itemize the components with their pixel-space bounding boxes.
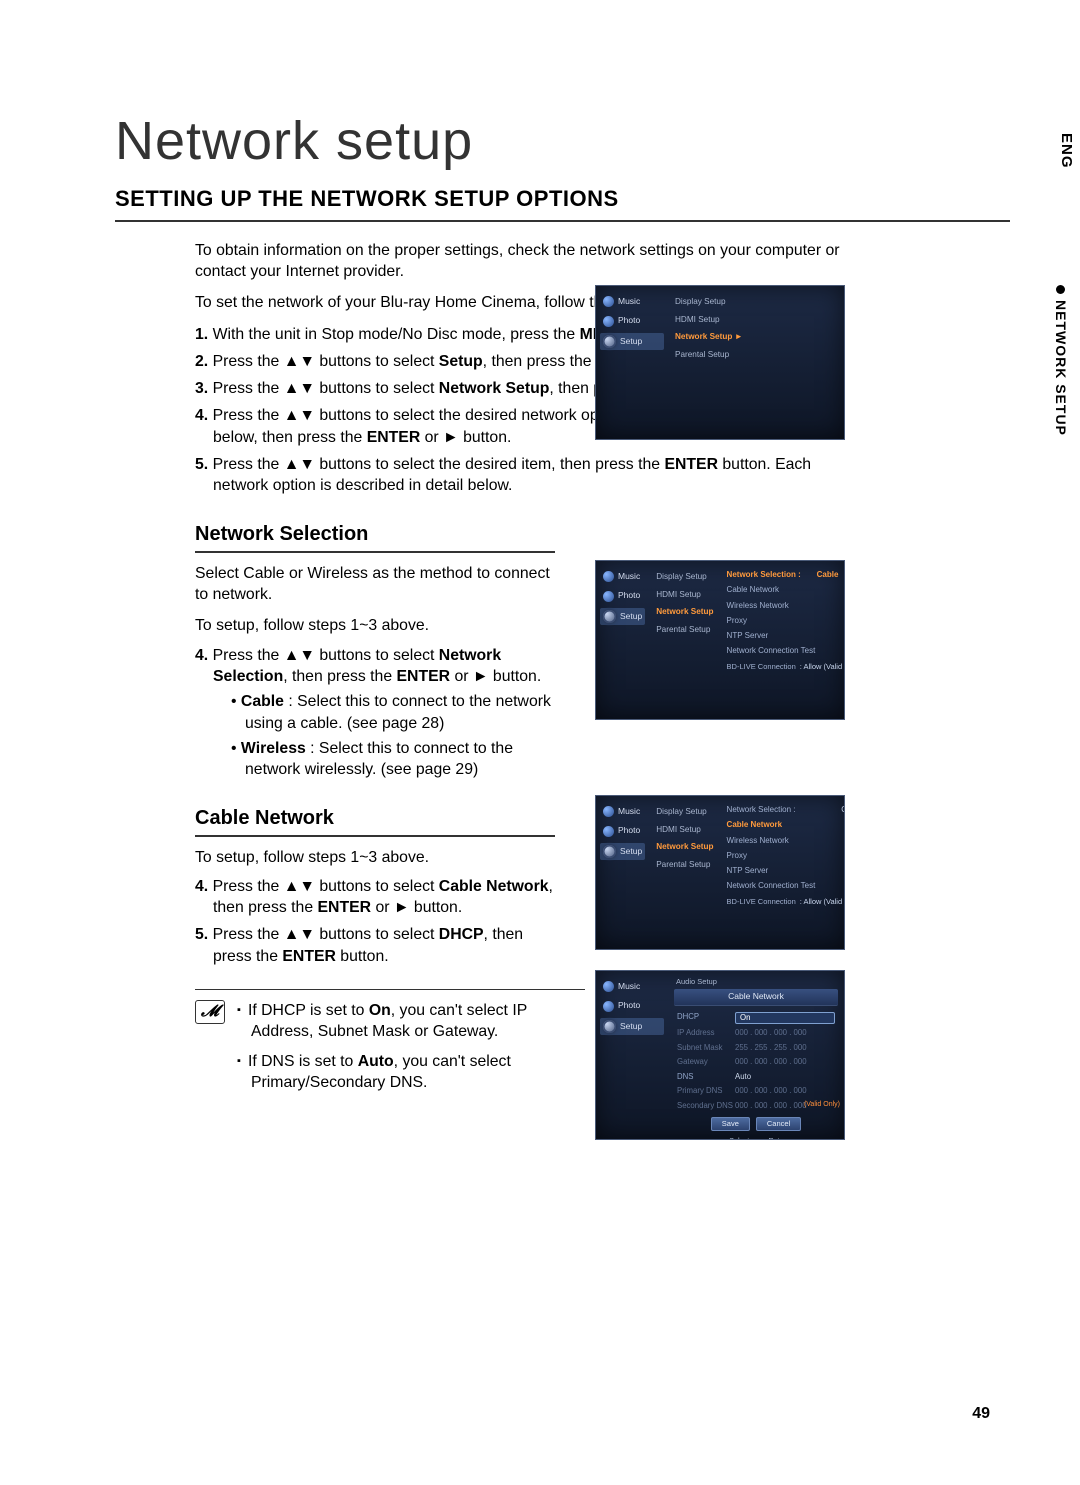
ns-option-wireless: Wireless : Select this to connect to the… [231,738,555,781]
note-icon: 𝓜 [195,1000,225,1024]
nav-music: Music [600,569,645,584]
opt-connection-test: Network Connection Test [725,880,845,893]
screenshot-setup-menu: Music Photo Setup Display Setup HDMI Set… [595,285,845,440]
nav-photo: Photo [600,998,664,1013]
section-title: SETTING UP THE NETWORK SETUP OPTIONS [115,184,1010,222]
legend-return: Return [761,1136,790,1140]
photo-icon [603,316,614,327]
row-dhcp: DHCPOn [674,1011,838,1026]
manual-page: ENG NETWORK SETUP Network setup SETTING … [0,0,1080,1485]
row-primary-dns: Primary DNS000 . 000 . 000 . 000 [674,1085,838,1098]
menu-network-setup: Network Setup [653,604,716,619]
gear-icon [603,610,616,623]
gear-icon [603,335,616,348]
side-section-label: NETWORK SETUP [1051,285,1070,436]
opt-bdlive: BD-LIVE Connection: Allow (Valid Only) [725,896,845,908]
nav-photo: Photo [600,588,645,603]
note-2: If DNS is set to Auto, you can't select … [237,1051,585,1094]
side-label-text: NETWORK SETUP [1051,300,1070,436]
nav-music: Music [600,804,645,819]
opt-proxy: Proxy [725,615,845,628]
opt-cable-network: Cable Network [725,584,845,597]
opt-cable-network: Cable Network► [725,819,845,832]
ns-setup-line: To setup, follow steps 1~3 above. [195,615,555,636]
menu-display-setup: Display Setup [653,804,716,819]
opt-connection-test: Network Connection Test [725,645,845,658]
menu-network-setup: Network Setup ► [672,329,742,344]
row-subnet: Subnet Mask255 . 255 . 255 . 000 [674,1042,838,1055]
save-button: Save [711,1117,750,1131]
opt-ntp-server: NTP Server: Off [725,865,845,878]
ns-step-4: 4. Press the ▲▼ buttons to select Networ… [195,645,555,781]
music-icon [603,981,614,992]
subsection-network-selection: Network Selection [195,521,555,553]
menu-hdmi-setup: HDMI Setup [672,312,742,327]
opt-proxy: Proxy [725,850,845,863]
menu-parental-setup: Parental Setup [653,857,716,872]
subsection-cable-network: Cable Network [195,805,555,837]
photo-icon [603,1001,614,1012]
menu-parental-setup: Parental Setup [653,622,716,637]
opt-network-selection: Network Selection :Cable [725,804,845,817]
dialog-title: Cable Network [674,989,838,1005]
menu-parental-setup: Parental Setup [672,347,742,362]
side-dot-icon [1056,285,1065,294]
gear-icon [603,845,616,858]
opt-network-selection: Network Selection :Cable► [725,569,845,582]
music-icon [603,806,614,817]
gear-icon [603,1020,616,1033]
music-icon [603,571,614,582]
cn-setup-line: To setup, follow steps 1~3 above. [195,847,555,868]
nav-setup: Setup [600,1018,664,1035]
nav-setup: Setup [600,333,664,350]
ns-steps: 4. Press the ▲▼ buttons to select Networ… [195,645,555,781]
menu-hdmi-setup: HDMI Setup [653,587,716,602]
cn-step-5: 5. Press the ▲▼ buttons to select DHCP, … [195,924,555,967]
row-gateway: Gateway000 . 000 . 000 . 000 [674,1056,838,1069]
note-block: 𝓜 If DHCP is set to On, you can't select… [195,1000,585,1101]
nav-music: Music [600,294,664,309]
cancel-button: Cancel [756,1117,801,1131]
row-ip: IP Address000 . 000 . 000 . 000 [674,1027,838,1040]
page-title: Network setup [115,105,1010,178]
valid-only-label: (Valid Only) [804,1100,840,1109]
nav-music: Music [600,979,664,994]
row-dns: DNSAuto [674,1071,838,1084]
language-tab: ENG [1052,123,1080,179]
opt-wireless-network: Wireless Network [725,835,845,848]
cn-step-4: 4. Press the ▲▼ buttons to select Cable … [195,876,555,919]
music-icon [603,296,614,307]
note-1: If DHCP is set to On, you can't select I… [237,1000,585,1043]
menu-network-setup: Network Setup [653,839,716,854]
nav-setup: Setup [600,843,645,860]
screenshot-cable-network-select: Music Photo Setup Display Setup HDMI Set… [595,795,845,950]
ns-intro: Select Cable or Wireless as the method t… [195,563,555,606]
intro-paragraph-1: To obtain information on the proper sett… [195,240,855,283]
menu-display-setup: Display Setup [672,294,742,309]
nav-photo: Photo [600,313,664,328]
photo-icon [603,591,614,602]
note-divider [195,989,585,990]
screenshot-network-selection: Music Photo Setup Display Setup HDMI Set… [595,560,845,720]
legend-select: Select [722,1136,749,1140]
opt-wireless-network: Wireless Network [725,600,845,613]
opt-bdlive: BD-LIVE Connection: Allow (Valid Only) [725,661,845,673]
step-5: 5. Press the ▲▼ buttons to select the de… [195,454,835,497]
page-number: 49 [972,1403,990,1425]
opt-ntp-server: NTP Server: Off [725,630,845,643]
photo-icon [603,826,614,837]
menu-hdmi-setup: HDMI Setup [653,822,716,837]
dialog-header-audio: Audio Setup [674,977,838,987]
screenshot-cable-network-dialog: Music Photo Setup Audio Setup Cable Netw… [595,970,845,1140]
cn-steps: 4. Press the ▲▼ buttons to select Cable … [195,876,555,967]
nav-setup: Setup [600,608,645,625]
menu-display-setup: Display Setup [653,569,716,584]
ns-option-cable: Cable : Select this to connect to the ne… [231,691,555,734]
nav-photo: Photo [600,823,645,838]
